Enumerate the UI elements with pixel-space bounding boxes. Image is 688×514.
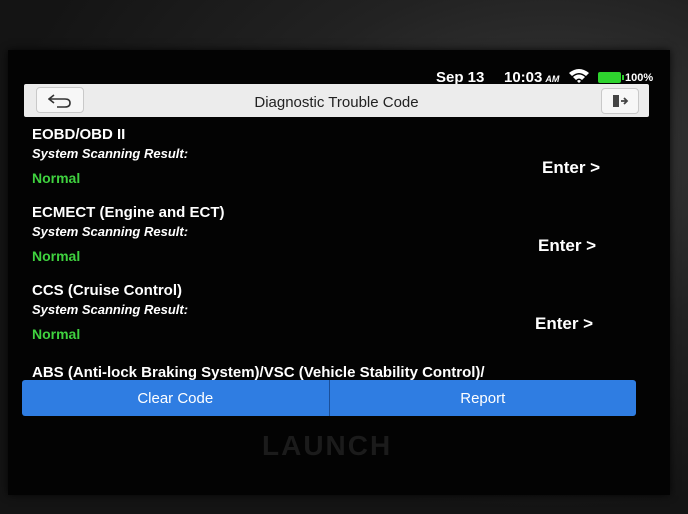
clear-code-button[interactable]: Clear Code bbox=[22, 380, 329, 416]
list-item[interactable]: EOBD/OBD II System Scanning Result: Norm… bbox=[8, 122, 670, 200]
scan-result-label: System Scanning Result: bbox=[32, 224, 189, 239]
enter-button[interactable]: Enter > bbox=[535, 314, 593, 334]
battery-icon bbox=[598, 72, 624, 83]
list-item[interactable]: ECMECT (Engine and ECT) System Scanning … bbox=[8, 200, 670, 278]
report-button[interactable]: Report bbox=[330, 380, 637, 416]
device-logo: LAUNCH bbox=[262, 430, 393, 461]
partial-list-item[interactable]: ABS (Anti-lock Braking System)/VSC (Vehi… bbox=[32, 364, 485, 381]
scan-result-label: System Scanning Result: bbox=[32, 302, 189, 317]
scan-status: Normal bbox=[32, 170, 81, 186]
title-bar: Diagnostic Trouble Code bbox=[24, 84, 649, 117]
system-name: CCS (Cruise Control) bbox=[32, 282, 182, 299]
system-name: ECMECT (Engine and ECT) bbox=[32, 204, 225, 221]
scan-status: Normal bbox=[32, 248, 81, 264]
page-title: Diagnostic Trouble Code bbox=[254, 94, 419, 111]
exit-button[interactable] bbox=[601, 88, 639, 114]
system-name: EOBD/OBD II bbox=[32, 126, 126, 143]
scan-status: Normal bbox=[32, 326, 81, 342]
exit-icon bbox=[613, 95, 629, 107]
list-item[interactable]: CCS (Cruise Control) System Scanning Res… bbox=[8, 278, 670, 356]
battery-level: 100% bbox=[625, 72, 654, 84]
device-screen: Sep 13 10:03 AM 100% Diagnostic Trouble C… bbox=[8, 50, 670, 495]
status-ampm: AM bbox=[545, 74, 560, 84]
enter-button[interactable]: Enter > bbox=[542, 158, 600, 178]
action-bar: Clear Code Report bbox=[22, 380, 636, 416]
enter-button[interactable]: Enter > bbox=[538, 236, 596, 256]
scan-result-label: System Scanning Result: bbox=[32, 146, 189, 161]
